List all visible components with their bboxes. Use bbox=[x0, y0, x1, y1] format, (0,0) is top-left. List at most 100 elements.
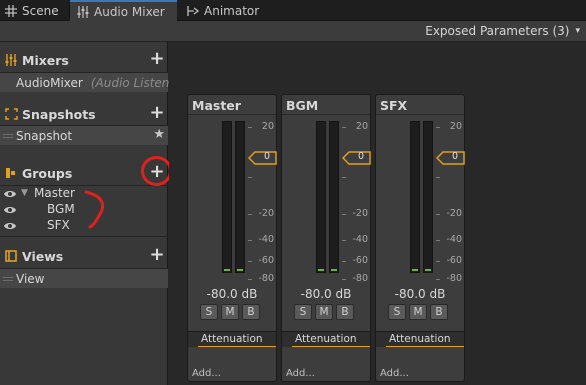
effect-underline bbox=[198, 346, 276, 347]
solo-button[interactable]: S bbox=[294, 304, 312, 320]
bypass-button[interactable]: B bbox=[242, 304, 260, 320]
mute-button[interactable]: M bbox=[221, 304, 239, 320]
drag-handle-icon[interactable] bbox=[3, 133, 13, 138]
strip-name[interactable]: SFX bbox=[380, 98, 407, 113]
meter-level bbox=[318, 269, 324, 271]
add-effect-button[interactable]: Add... bbox=[286, 368, 315, 379]
strip-name[interactable]: Master bbox=[192, 98, 241, 113]
eye-icon[interactable] bbox=[3, 204, 17, 214]
mixer-list-item[interactable]: AudioMixer (Audio Listene bbox=[0, 73, 177, 92]
group-label: Master bbox=[34, 185, 75, 200]
eye-icon[interactable] bbox=[3, 220, 17, 230]
star-icon[interactable]: ★ bbox=[153, 127, 165, 142]
view-list-item[interactable]: View bbox=[0, 269, 168, 288]
chevron-down-icon: ▾ bbox=[575, 26, 580, 36]
exposed-parameters-label: Exposed Parameters (3) bbox=[425, 24, 570, 38]
effect-attenuation[interactable]: Attenuation bbox=[282, 331, 370, 347]
solo-mute-bypass: SMB bbox=[200, 304, 260, 320]
effect-underline bbox=[386, 346, 464, 347]
scale-tick bbox=[436, 240, 440, 241]
scale-label: -60 bbox=[352, 255, 368, 266]
add-mixer-button[interactable]: + bbox=[148, 50, 166, 68]
add-snapshot-button[interactable]: + bbox=[148, 104, 166, 122]
meter-left bbox=[316, 121, 326, 273]
scale-tick bbox=[436, 177, 440, 178]
scale-label: -40 bbox=[446, 234, 462, 245]
volume-fader-handle[interactable]: 0 bbox=[436, 151, 466, 165]
snapshot-name: Snapshot bbox=[16, 128, 73, 143]
mixer-output: (Audio Listene bbox=[90, 75, 177, 90]
scale-label: -80 bbox=[352, 273, 368, 284]
tab-scene-label: Scene bbox=[22, 3, 59, 18]
add-effect-button[interactable]: Add... bbox=[380, 368, 409, 379]
divider bbox=[282, 114, 370, 115]
scale-tick bbox=[436, 261, 440, 262]
scale-label: -80 bbox=[446, 273, 462, 284]
scale-tick bbox=[342, 177, 346, 178]
bypass-button[interactable]: B bbox=[430, 304, 448, 320]
effect-label: Attenuation bbox=[295, 333, 357, 345]
mixer-icon bbox=[76, 5, 89, 18]
expand-triangle-icon[interactable]: ▼ bbox=[21, 188, 28, 198]
scale-tick bbox=[342, 127, 346, 128]
scale-label: -20 bbox=[352, 208, 368, 219]
effect-attenuation[interactable]: Attenuation bbox=[188, 331, 276, 347]
mixers-title: Mixers bbox=[22, 52, 69, 68]
mixers-header: Mixers + bbox=[0, 49, 168, 71]
scale-tick bbox=[436, 214, 440, 215]
mute-button[interactable]: M bbox=[315, 304, 333, 320]
groups-icon bbox=[4, 166, 18, 180]
volume-fader-handle[interactable]: 0 bbox=[248, 151, 278, 165]
strip-name[interactable]: BGM bbox=[286, 98, 318, 113]
db-readout[interactable]: -80.0 dB bbox=[188, 287, 276, 301]
divider bbox=[376, 114, 464, 115]
volume-value: 0 bbox=[452, 151, 459, 162]
db-readout[interactable]: -80.0 dB bbox=[376, 287, 464, 301]
bypass-button[interactable]: B bbox=[336, 304, 354, 320]
add-effect-button[interactable]: Add... bbox=[192, 368, 221, 379]
volume-value: 0 bbox=[264, 151, 271, 162]
tab-scene[interactable]: Scene bbox=[0, 0, 68, 21]
scale-label: -20 bbox=[446, 208, 462, 219]
tab-audio-mixer-label: Audio Mixer bbox=[94, 4, 165, 19]
effect-label: Attenuation bbox=[389, 333, 451, 345]
scale-tick bbox=[342, 261, 346, 262]
meter-left bbox=[410, 121, 420, 273]
meter-level bbox=[224, 269, 230, 271]
add-view-button[interactable]: + bbox=[148, 246, 166, 264]
scale-label: -40 bbox=[352, 234, 368, 245]
divider bbox=[0, 236, 168, 237]
meter-level bbox=[425, 269, 431, 271]
tab-animator[interactable]: Animator bbox=[182, 0, 267, 21]
scale-tick bbox=[248, 279, 252, 280]
channel-strip-bgm: BGM 20 -20 -40 -60 -80 0 -80.0 dB S M B Attenuation… bbox=[281, 94, 371, 382]
volume-fader-handle[interactable]: 0 bbox=[342, 151, 372, 165]
scale-tick bbox=[436, 127, 440, 128]
views-icon bbox=[4, 249, 18, 263]
mute-button[interactable]: M bbox=[409, 304, 427, 320]
view-name: View bbox=[16, 271, 45, 286]
meter-right bbox=[423, 121, 433, 273]
scale-label: -20 bbox=[258, 208, 274, 219]
effect-attenuation[interactable]: Attenuation bbox=[376, 331, 464, 347]
meter-level bbox=[237, 269, 243, 271]
solo-button[interactable]: S bbox=[388, 304, 406, 320]
effect-label: Attenuation bbox=[201, 333, 263, 345]
scale-label: -40 bbox=[258, 234, 274, 245]
snapshot-list-item[interactable]: Snapshot ★ bbox=[0, 126, 168, 145]
scale-tick bbox=[436, 279, 440, 280]
db-readout[interactable]: -80.0 dB bbox=[282, 287, 370, 301]
tab-audio-mixer[interactable]: Audio Mixer bbox=[70, 0, 177, 21]
exposed-parameters-dropdown[interactable]: Exposed Parameters (3) ▾ bbox=[419, 21, 586, 41]
scale-label: 20 bbox=[261, 121, 274, 132]
snapshots-header: Snapshots + bbox=[0, 103, 168, 125]
annotation-bracket bbox=[84, 190, 105, 229]
solo-button[interactable]: S bbox=[200, 304, 218, 320]
scale-label: -60 bbox=[258, 255, 274, 266]
tab-animator-label: Animator bbox=[204, 3, 260, 18]
scale-tick bbox=[248, 261, 252, 262]
views-title: Views bbox=[22, 248, 64, 264]
drag-handle-icon[interactable] bbox=[3, 276, 13, 281]
eye-icon[interactable] bbox=[3, 188, 17, 198]
animator-icon bbox=[186, 4, 199, 17]
